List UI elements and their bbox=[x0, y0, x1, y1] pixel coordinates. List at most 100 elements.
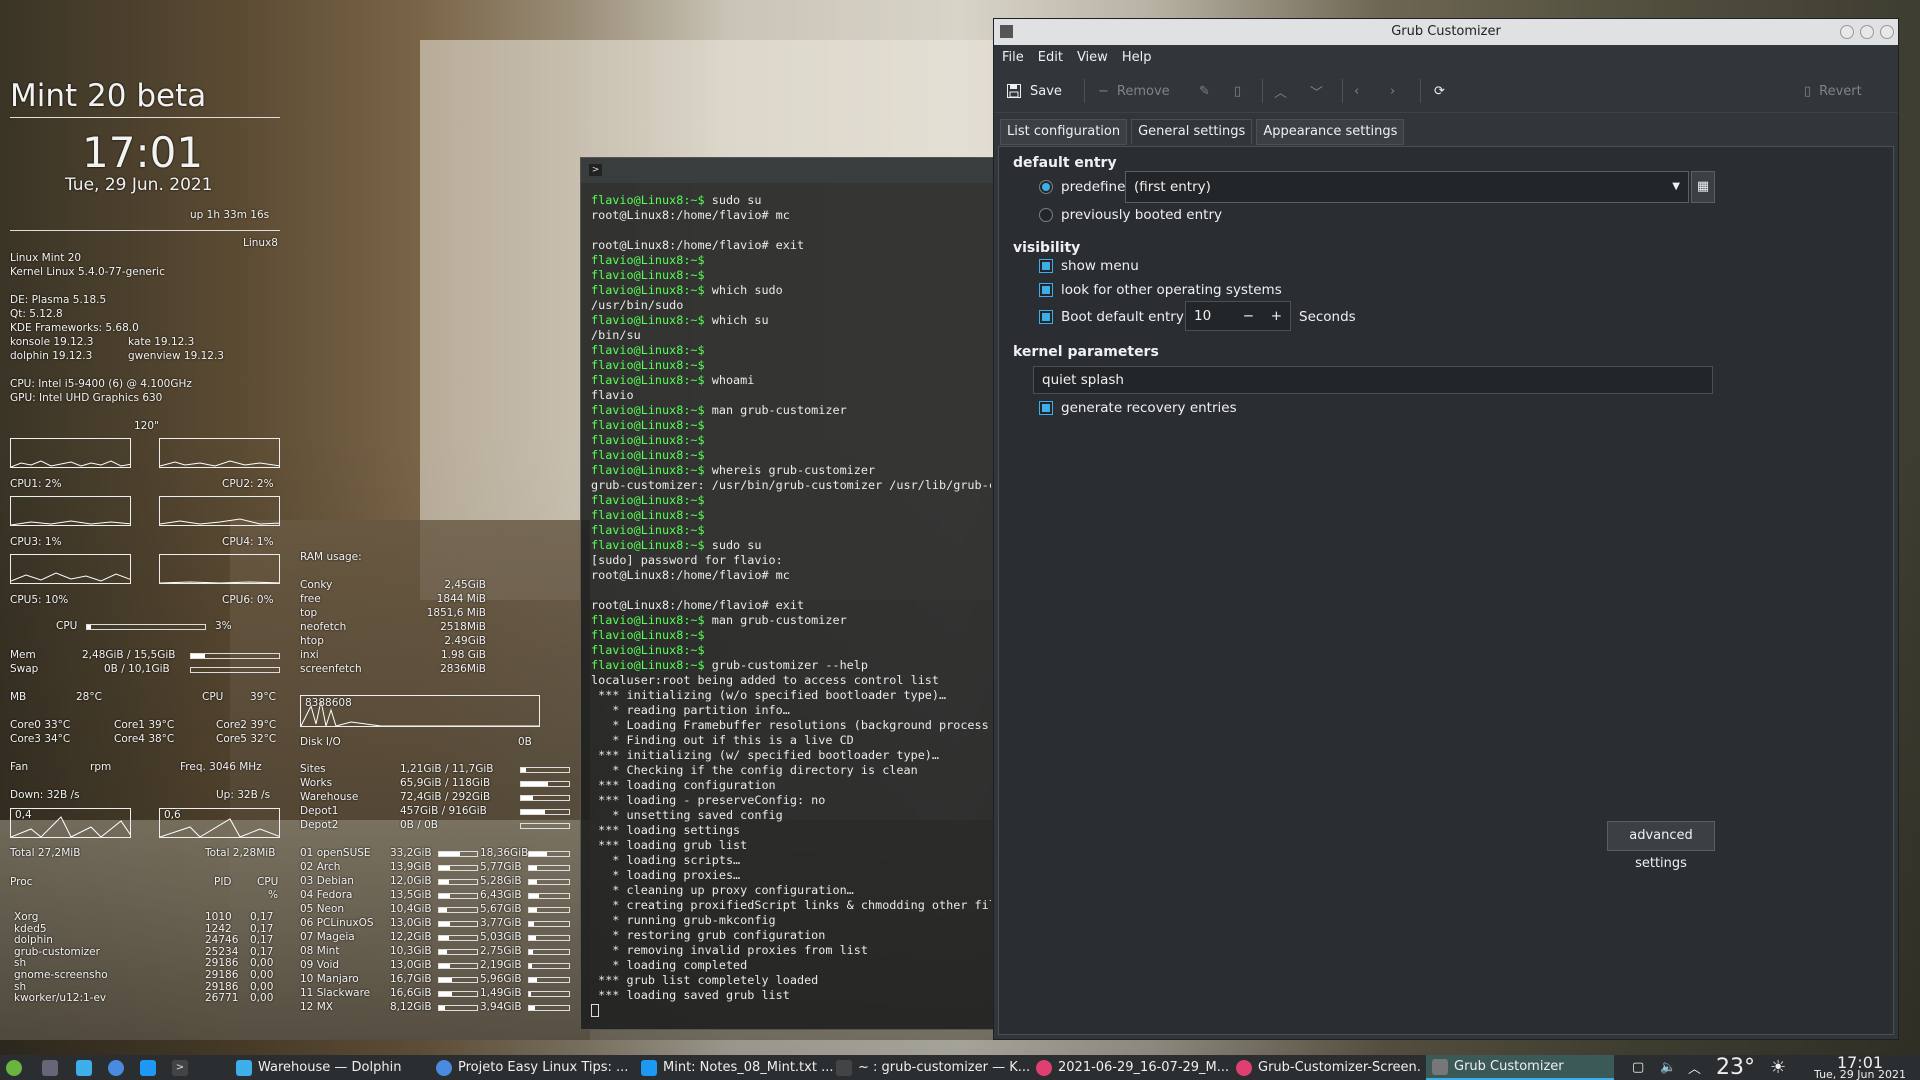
swap-bar bbox=[190, 667, 280, 673]
show-menu-checkbox[interactable]: show menu bbox=[1039, 258, 1139, 274]
partition-bar bbox=[528, 879, 570, 885]
close-button[interactable] bbox=[1880, 25, 1894, 39]
terminal-prompt: flavio@Linux8:~$ bbox=[591, 418, 705, 432]
rename-button[interactable]: ✎ bbox=[1199, 79, 1210, 103]
mint-menu-button[interactable] bbox=[0, 1055, 34, 1080]
menu-view[interactable]: View bbox=[1077, 50, 1108, 65]
radio-selected[interactable] bbox=[1039, 180, 1053, 194]
proc-h-pct: % bbox=[268, 889, 278, 901]
proc-cpu: 0,00 bbox=[250, 992, 274, 1005]
task-kate[interactable]: Mint: Notes_08_Mint.txt ... bbox=[635, 1055, 835, 1080]
task-browser[interactable]: Projeto Easy Linux Tips: ... bbox=[430, 1055, 630, 1080]
terminal-prompt: flavio@Linux8:~$ bbox=[591, 268, 705, 282]
partition-used: 10,3GiB bbox=[390, 945, 432, 957]
predefined-radio[interactable]: predefined: bbox=[1039, 179, 1139, 195]
partition-used: 13,9GiB bbox=[390, 861, 432, 873]
reload-button[interactable]: ⟳ bbox=[1434, 79, 1445, 103]
remove-button[interactable]: − Remove bbox=[1098, 79, 1170, 103]
editor-icon bbox=[641, 1059, 657, 1076]
partition-bar bbox=[438, 935, 478, 941]
boot-after-check[interactable] bbox=[1039, 310, 1053, 324]
terminal-output[interactable]: flavio@Linux8:~$ sudo su root@Linux8:/hom… bbox=[591, 193, 991, 1023]
menu-file[interactable]: File bbox=[1002, 50, 1024, 65]
proc-cpu: 0,00 bbox=[250, 980, 274, 993]
kernel-parameters-input[interactable]: quiet splash bbox=[1033, 366, 1713, 394]
terminal-line: flavio@Linux8:~$ bbox=[591, 358, 991, 373]
clock[interactable]: 17:01 Tue, 29 Jun 2021 bbox=[1800, 1055, 1920, 1080]
radio-unselected[interactable] bbox=[1039, 208, 1053, 222]
tab-appearance-settings[interactable]: Appearance settings bbox=[1256, 119, 1405, 145]
ram-name: screenfetch bbox=[300, 663, 362, 675]
move-right-button[interactable]: › bbox=[1390, 79, 1395, 103]
konsole-titlebar[interactable]: > bbox=[581, 158, 993, 183]
tray-clipboard[interactable]: ▢ bbox=[1626, 1055, 1650, 1080]
show-desktop-button[interactable] bbox=[36, 1055, 66, 1080]
menu-edit[interactable]: Edit bbox=[1038, 50, 1063, 65]
save-button[interactable]: Save bbox=[1006, 79, 1062, 103]
increment-icon[interactable]: + bbox=[1271, 302, 1282, 330]
revert-button[interactable]: ▯ Revert bbox=[1804, 79, 1862, 103]
conky-widget: Mint 20 beta 17:01 Tue, 29 Jun. 2021 up … bbox=[0, 0, 580, 1055]
proc-cpu: 0,17 bbox=[250, 922, 274, 935]
weather-sun[interactable]: ☀ bbox=[1764, 1055, 1794, 1080]
entry-options-button[interactable]: ▦ bbox=[1691, 171, 1715, 203]
partition-used: 16,6GiB bbox=[390, 987, 432, 999]
taskbar: > Warehouse — Dolphin Projeto Easy Linux… bbox=[0, 1055, 1920, 1080]
recovery-checkbox[interactable]: generate recovery entries bbox=[1039, 400, 1237, 416]
weather-widget[interactable]: 23° bbox=[1710, 1055, 1762, 1080]
previously-booted-radio[interactable]: previously booted entry bbox=[1039, 207, 1222, 223]
partition-bar-fill bbox=[439, 908, 447, 912]
tab-general-settings[interactable]: General settings bbox=[1131, 119, 1253, 145]
task-screenshot-2[interactable]: Grub-Customizer-Screen... bbox=[1230, 1055, 1420, 1080]
ram-name: Conky bbox=[300, 579, 333, 591]
maximize-button[interactable] bbox=[1860, 25, 1874, 39]
move-up-button[interactable]: ︿ bbox=[1274, 79, 1287, 103]
launcher-files[interactable] bbox=[70, 1055, 100, 1080]
revert-label: Revert bbox=[1819, 83, 1862, 99]
launcher-chrome[interactable] bbox=[102, 1055, 132, 1080]
terminal-cursor-line bbox=[591, 1003, 991, 1018]
launcher-kate[interactable] bbox=[134, 1055, 164, 1080]
move-down-button[interactable]: ﹀ bbox=[1310, 79, 1323, 103]
task-konsole[interactable]: ~ : grub-customizer — K... bbox=[830, 1055, 1030, 1080]
decrement-icon[interactable]: − bbox=[1243, 302, 1254, 330]
menu-help[interactable]: Help bbox=[1122, 50, 1152, 65]
show-menu-check[interactable] bbox=[1039, 259, 1053, 273]
sun-icon: ☀ bbox=[1770, 1057, 1787, 1078]
tray-expand[interactable]: ︿ bbox=[1682, 1055, 1704, 1080]
task-grub-customizer[interactable]: Grub Customizer bbox=[1426, 1055, 1614, 1080]
move-left-button[interactable]: ‹ bbox=[1354, 79, 1359, 103]
timeout-spinbox[interactable]: 10 − + bbox=[1185, 301, 1291, 331]
tray-volume[interactable]: 🔈 bbox=[1654, 1055, 1678, 1080]
look-other-os-checkbox[interactable]: look for other operating systems bbox=[1039, 282, 1282, 298]
advanced-settings-button[interactable]: advanced settings bbox=[1607, 821, 1715, 871]
net-up: Up: 32B /s bbox=[216, 789, 271, 801]
partition-bar-fill bbox=[529, 894, 539, 898]
default-entry-select[interactable]: (first entry) ▼ bbox=[1125, 171, 1689, 203]
conky-de: DE: Plasma 5.18.5 bbox=[10, 294, 107, 306]
minimize-button[interactable] bbox=[1840, 25, 1854, 39]
task-dolphin[interactable]: Warehouse — Dolphin bbox=[230, 1055, 410, 1080]
cpu-total-value: 3% bbox=[215, 620, 232, 632]
launcher-terminal[interactable]: > bbox=[166, 1055, 196, 1080]
proc-h-pid: PID bbox=[214, 876, 232, 888]
look-other-os-label: look for other operating systems bbox=[1061, 282, 1282, 298]
conky-distro: Linux Mint 20 bbox=[10, 252, 82, 264]
cpu6-label: CPU6: 0% bbox=[222, 594, 274, 606]
image-viewer-icon bbox=[1236, 1059, 1252, 1076]
tab-list-configuration[interactable]: List configuration bbox=[1000, 119, 1128, 145]
partition-used: 13,5GiB bbox=[390, 889, 432, 901]
new-entry-button[interactable]: ▯ bbox=[1234, 79, 1241, 103]
terminal-line: localuser:root being added to access con… bbox=[591, 673, 940, 687]
konsole-window[interactable]: > flavio@Linux8:~$ sudo su root@Linux8:/h… bbox=[580, 157, 994, 1030]
look-other-os-check[interactable] bbox=[1039, 283, 1053, 297]
terminal-prompt: flavio@Linux8:~$ bbox=[591, 433, 705, 447]
grub-icon bbox=[1432, 1058, 1448, 1075]
proc-pid: 29186 bbox=[205, 969, 239, 981]
recovery-check[interactable] bbox=[1039, 401, 1053, 415]
terminal-line: * cleaning up proxy configuration… bbox=[591, 883, 854, 897]
task-screenshot-1[interactable]: 2021-06-29_16-07-29_M... bbox=[1030, 1055, 1230, 1080]
window-titlebar[interactable]: Grub Customizer bbox=[994, 19, 1898, 45]
proc-name: kded5 bbox=[14, 922, 47, 935]
